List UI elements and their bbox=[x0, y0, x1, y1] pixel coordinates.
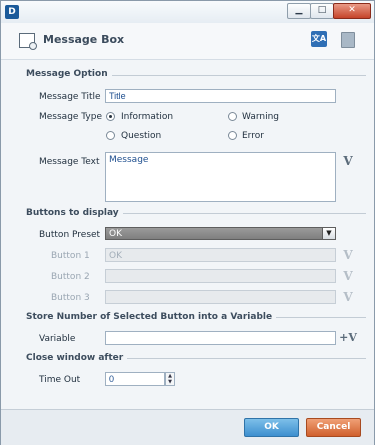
radio-question-label[interactable]: Question bbox=[121, 131, 161, 141]
timeout-input[interactable] bbox=[105, 372, 165, 386]
radio-error[interactable] bbox=[228, 131, 237, 140]
button-3-input bbox=[105, 290, 336, 304]
button-1-input: OK bbox=[105, 248, 336, 262]
dialog-footer: OK Cancel bbox=[1, 409, 374, 445]
add-variable-icon[interactable]: +V bbox=[339, 331, 357, 345]
chevron-down-icon[interactable]: ▼ bbox=[322, 228, 335, 239]
radio-information[interactable] bbox=[106, 112, 115, 121]
variable-label: Variable bbox=[39, 334, 76, 344]
message-text-label: Message Text bbox=[39, 157, 100, 167]
button-3-variable-icon: V bbox=[343, 290, 353, 304]
section-title-message-option: Message Option bbox=[26, 69, 112, 79]
close-button[interactable]: ✕ bbox=[333, 3, 371, 19]
minimize-button[interactable]: ▁ bbox=[287, 3, 311, 19]
radio-question[interactable] bbox=[106, 131, 115, 140]
stepper-down-icon[interactable]: ▼ bbox=[166, 379, 174, 385]
section-title-store-variable: Store Number of Selected Button into a V… bbox=[26, 312, 277, 322]
button-1-label: Button 1 bbox=[51, 251, 90, 261]
maximize-button[interactable]: □ bbox=[310, 3, 334, 19]
radio-information-label[interactable]: Information bbox=[121, 112, 173, 122]
radio-warning[interactable] bbox=[228, 112, 237, 121]
button-preset-dropdown[interactable]: OK ▼ bbox=[105, 227, 336, 240]
button-3-label: Button 3 bbox=[51, 293, 90, 303]
section-title-close-window: Close window after bbox=[26, 353, 128, 363]
ok-button[interactable]: OK bbox=[244, 418, 299, 437]
message-title-label: Message Title bbox=[39, 92, 101, 102]
cancel-button[interactable]: Cancel bbox=[306, 418, 361, 437]
message-type-label: Message Type bbox=[39, 112, 102, 122]
dialog-header: Message Box 文A bbox=[1, 23, 374, 60]
button-preset-label: Button Preset bbox=[39, 230, 101, 240]
button-preset-value: OK bbox=[109, 229, 122, 239]
button-2-variable-icon: V bbox=[343, 269, 353, 283]
button-2-input bbox=[105, 269, 336, 283]
window-titlebar[interactable]: D ▁ □ ✕ bbox=[1, 1, 374, 23]
message-text-area[interactable]: Message bbox=[105, 152, 336, 202]
insert-variable-icon[interactable]: V bbox=[341, 154, 355, 168]
app-logo-icon: D bbox=[5, 5, 19, 19]
message-box-window: D ▁ □ ✕ Message Box 文A Message Option Me… bbox=[0, 0, 375, 445]
clipboard-icon[interactable] bbox=[341, 32, 355, 48]
timeout-label: Time Out bbox=[39, 375, 81, 385]
variable-input[interactable] bbox=[105, 331, 336, 345]
page-title: Message Box bbox=[43, 33, 125, 46]
button-1-variable-icon: V bbox=[343, 248, 353, 262]
button-2-label: Button 2 bbox=[51, 272, 90, 282]
timeout-stepper[interactable]: ▲ ▼ bbox=[165, 372, 175, 386]
translate-icon[interactable]: 文A bbox=[311, 31, 327, 47]
section-title-buttons-to-display: Buttons to display bbox=[26, 208, 123, 218]
radio-error-label[interactable]: Error bbox=[242, 131, 264, 141]
message-title-input[interactable] bbox=[105, 89, 336, 103]
radio-warning-label[interactable]: Warning bbox=[242, 112, 279, 122]
message-box-icon bbox=[19, 33, 37, 50]
